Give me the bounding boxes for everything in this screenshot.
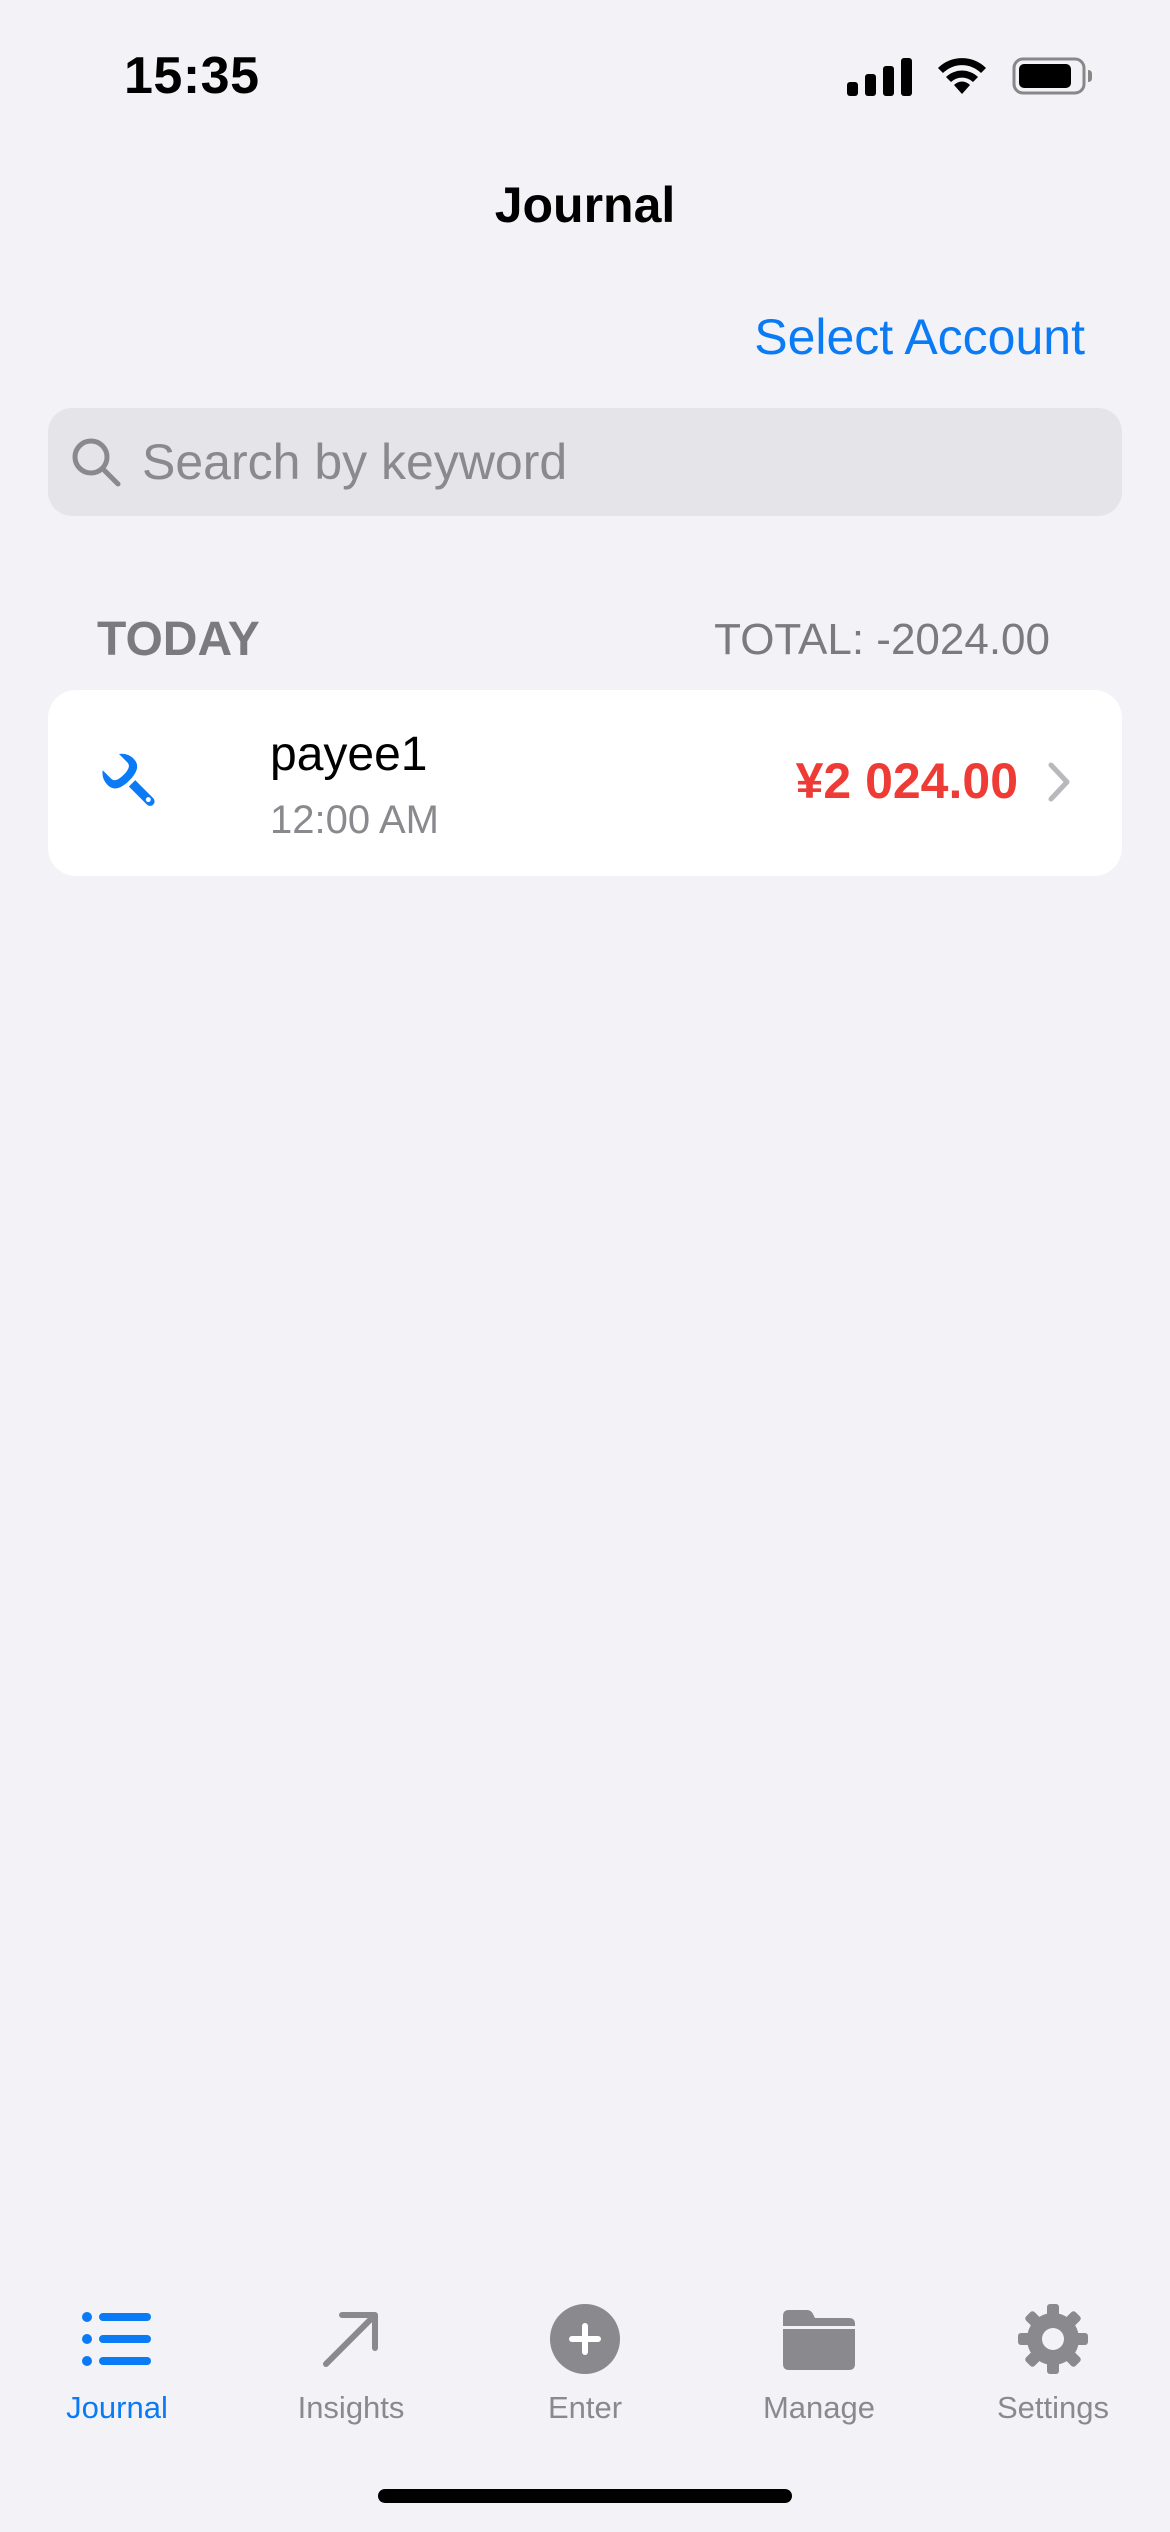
transaction-row[interactable]: payee1 12:00 AM ¥2 024.00 [48,690,1122,876]
tab-bar: Journal Insights Enter Manage Settings [0,2270,1170,2450]
tab-settings[interactable]: Settings [936,2270,1170,2450]
section-header: TODAY TOTAL: -2024.00 [97,612,1050,667]
chevron-right-icon [1048,762,1070,802]
select-account-button[interactable]: Select Account [754,308,1085,366]
gear-icon [1012,2298,1094,2380]
plus-circle-icon [544,2298,626,2380]
tab-label: Enter [547,2390,623,2425]
journal-screen: 15:35 Journal Select Account Search by k… [0,0,1170,2532]
tab-label: Settings [996,2390,1109,2425]
tab-label: Journal [66,2390,168,2425]
page-title: Journal [494,177,676,233]
wifi-icon [936,56,988,96]
tab-label: Manage [762,2390,876,2425]
search-input[interactable] [142,433,1042,491]
section-title: TODAY [97,613,260,666]
status-time: 15:35 [124,47,260,105]
transaction-text: payee1 12:00 AM [270,726,439,843]
status-icons [847,56,1094,96]
tab-journal[interactable]: Journal [0,2270,234,2450]
list-icon [76,2298,158,2380]
tab-insights[interactable]: Insights [234,2270,468,2450]
search-bar[interactable] [48,408,1122,516]
tab-manage[interactable]: Manage [702,2270,936,2450]
battery-icon [1012,56,1094,96]
wrench-icon [102,753,155,806]
tab-label: Insights [297,2390,405,2425]
arrow-up-right-icon [310,2298,392,2380]
section-total: TOTAL: -2024.00 [714,614,1050,664]
tab-enter[interactable]: Enter [468,2270,702,2450]
home-indicator[interactable] [378,2489,792,2503]
transaction-amount: ¥2 024.00 [795,753,1018,809]
transaction-time: 12:00 AM [270,797,440,842]
search-icon [72,438,121,487]
status-bar: 15:35 [0,0,1170,150]
folder-icon [778,2298,860,2380]
signal-icon [847,56,912,96]
transaction-payee: payee1 [270,728,428,781]
